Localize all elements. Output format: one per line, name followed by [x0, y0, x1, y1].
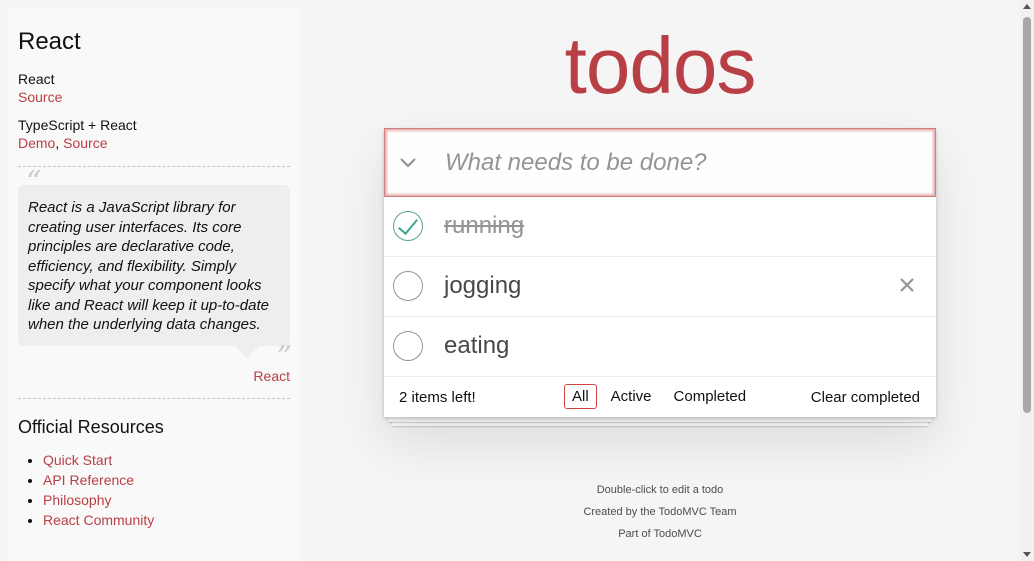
implementation-name: TypeScript + React [18, 117, 137, 133]
filter-all[interactable]: All [564, 384, 597, 409]
resource-link-quick-start[interactable]: Quick Start [43, 452, 112, 468]
divider [18, 397, 290, 399]
todo-label[interactable]: running [444, 212, 524, 240]
list-item: Philosophy [43, 490, 290, 510]
demo-link[interactable]: Demo [18, 135, 55, 151]
todo-checkbox[interactable] [393, 331, 423, 361]
scroll-up-arrow-icon[interactable] [1023, 4, 1031, 9]
filter-completed[interactable]: Completed [666, 384, 755, 409]
todo-checkbox[interactable] [393, 271, 423, 301]
todo-app: What needs to be done? running jogging e… [384, 128, 936, 417]
todo-footer: 2 items left! All Active Completed Clear… [384, 377, 936, 417]
scroll-down-arrow-icon[interactable] [1023, 552, 1031, 557]
implementation-typescript-react: TypeScript + React Demo, Source [18, 116, 290, 152]
quote: “ React is a JavaScript library for crea… [18, 168, 292, 372]
close-quote-icon: ” [276, 340, 292, 375]
close-icon[interactable] [900, 271, 914, 299]
list-item: API Reference [43, 470, 290, 490]
quote-text: React is a JavaScript library for creati… [28, 199, 269, 333]
todo-item[interactable]: jogging [384, 257, 936, 317]
resource-link-philosophy[interactable]: Philosophy [43, 492, 112, 508]
resources-title: Official Resources [18, 416, 164, 437]
filters: All Active Completed [564, 384, 754, 409]
info-footer: Double-click to edit a todo Created by t… [384, 479, 936, 545]
link-separator: , [55, 135, 64, 151]
open-quote-icon: “ [26, 165, 42, 200]
divider [18, 166, 290, 167]
app-title: todos [564, 21, 757, 110]
implementation-react: React Source [18, 70, 290, 106]
todo-item[interactable]: running [384, 197, 936, 257]
todo-label[interactable]: eating [444, 332, 509, 360]
sidebar: React React Source TypeScript + React De… [8, 8, 300, 561]
todo-checkbox[interactable] [393, 211, 423, 241]
quote-source: React [18, 368, 290, 384]
vertical-scrollbar[interactable] [1020, 0, 1034, 561]
filter-active[interactable]: Active [603, 384, 660, 409]
info-line: Part of TodoMVC [618, 528, 702, 540]
list-item: Quick Start [43, 450, 290, 470]
resource-link-api-reference[interactable]: API Reference [43, 472, 134, 488]
items-left-count: 2 items left! [399, 389, 476, 406]
info-line: Created by the TodoMVC Team [583, 506, 737, 518]
scrollbar-thumb[interactable] [1023, 17, 1031, 413]
resources-list: Quick Start API Reference Philosophy Rea… [18, 450, 290, 530]
chevron-down-icon[interactable] [397, 151, 419, 173]
new-todo-input[interactable]: What needs to be done? [445, 149, 707, 177]
todo-label[interactable]: jogging [444, 272, 521, 300]
info-line: Double-click to edit a todo [596, 484, 724, 496]
resource-link-react-community[interactable]: React Community [43, 512, 154, 528]
source-link[interactable]: Source [63, 135, 107, 151]
todo-header: What needs to be done? [384, 128, 936, 197]
source-link[interactable]: Source [18, 89, 62, 105]
todo-item[interactable]: eating [384, 317, 936, 377]
framework-title: React [18, 28, 81, 55]
list-item: React Community [43, 510, 290, 530]
clear-completed-button[interactable]: Clear completed [811, 389, 920, 406]
implementation-name: React [18, 71, 55, 87]
